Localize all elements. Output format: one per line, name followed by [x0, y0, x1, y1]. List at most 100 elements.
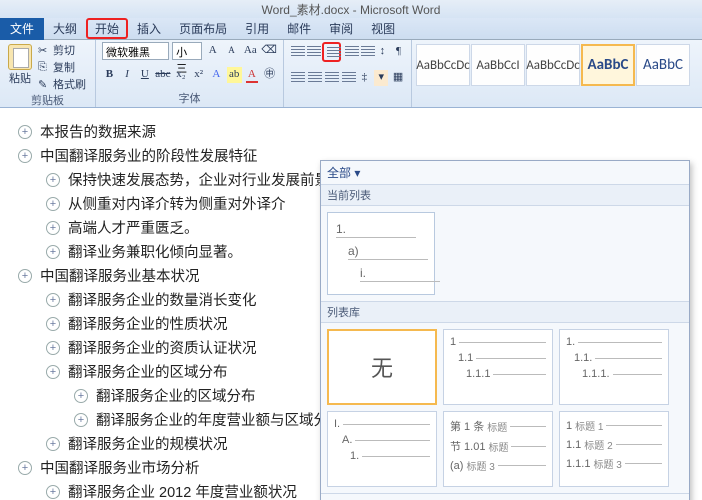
tab-view[interactable]: 视图	[362, 18, 404, 39]
style-3[interactable]: AaBbCcDc	[526, 44, 580, 86]
shrink-font-button[interactable]: A	[224, 43, 240, 59]
outline-text: 翻译服务企业的区域分布	[68, 361, 228, 382]
outline-text: 本报告的数据来源	[40, 121, 156, 142]
expand-icon[interactable]: +	[74, 413, 88, 427]
style-heading1[interactable]: AaBbC	[581, 44, 635, 86]
outline-text: 中国翻译服务业市场分析	[40, 457, 200, 478]
multilevel-list-dropdown: 全部 ▾ 当前列表 1. a) i. 列表库 无 1 1.1 1.1.1 1. …	[320, 160, 690, 500]
list-style-5[interactable]: 第 1 条标题 节 1.01标题 (a)标题 3	[443, 411, 553, 487]
align-center-button[interactable]	[307, 71, 321, 85]
pilcrow-button[interactable]: ¶	[392, 44, 405, 60]
tab-insert[interactable]: 插入	[128, 18, 170, 39]
sort-button[interactable]: ↕	[376, 44, 389, 60]
align-left-button[interactable]	[290, 71, 304, 85]
strike-button[interactable]: abc	[155, 67, 170, 83]
decrease-indent-button[interactable]	[344, 45, 357, 59]
expand-icon[interactable]: +	[18, 269, 32, 283]
outline-text: 翻译业务兼职化倾向显著。	[68, 241, 242, 262]
justify-button[interactable]	[341, 71, 355, 85]
ribbon: 粘贴 ✂剪切 ⎘复制 ✎格式刷 剪贴板 微软雅黑 小三 A A Aa ⌫ B I…	[0, 40, 702, 108]
list-style-4[interactable]: I. A. 1.	[327, 411, 437, 487]
expand-icon[interactable]: +	[46, 317, 60, 331]
font-color-button[interactable]: A	[245, 67, 260, 83]
paste-icon	[8, 44, 32, 70]
style-2[interactable]: AaBbCcI	[471, 44, 525, 86]
expand-icon[interactable]: +	[46, 221, 60, 235]
outline-item[interactable]: + 本报告的数据来源	[18, 121, 702, 142]
scissors-icon: ✂	[38, 44, 50, 56]
expand-icon[interactable]: +	[46, 485, 60, 499]
outline-text: 翻译服务企业的性质状况	[68, 313, 228, 334]
copy-icon: ⎘	[38, 61, 50, 73]
current-list-label: 当前列表	[321, 184, 689, 206]
list-style-3[interactable]: 1. 1.1. 1.1.1.	[559, 329, 669, 405]
style-normal[interactable]: AaBbCcDc	[416, 44, 470, 86]
clipboard-group-label: 剪贴板	[6, 92, 89, 108]
expand-icon[interactable]: +	[74, 389, 88, 403]
style-heading2[interactable]: AaBbC	[636, 44, 690, 86]
copy-button[interactable]: ⎘复制	[38, 59, 86, 75]
expand-icon[interactable]: +	[46, 245, 60, 259]
tab-mailings[interactable]: 邮件	[278, 18, 320, 39]
tab-layout[interactable]: 页面布局	[170, 18, 236, 39]
list-style-2[interactable]: 1 1.1 1.1.1	[443, 329, 553, 405]
shading-button[interactable]: ▾	[374, 70, 388, 86]
text-effects-button[interactable]: A	[209, 67, 224, 83]
expand-icon[interactable]: +	[18, 149, 32, 163]
increase-indent-button[interactable]	[360, 45, 373, 59]
paste-button[interactable]: 粘贴	[6, 42, 34, 88]
cut-button[interactable]: ✂剪切	[38, 42, 86, 58]
styles-gallery: AaBbCcDc AaBbCcI AaBbCcDc AaBbC AaBbC	[412, 40, 702, 107]
tab-outline[interactable]: 大纲	[44, 18, 86, 39]
window-title: Word_素材.docx - Microsoft Word	[262, 1, 441, 18]
list-style-6[interactable]: 1标题 1 1.1标题 2 1.1.1标题 3	[559, 411, 669, 487]
paragraph-group-label	[290, 94, 405, 106]
enclose-button[interactable]: ㊥	[262, 67, 277, 83]
underline-button[interactable]: U	[138, 67, 153, 83]
expand-icon[interactable]: +	[46, 293, 60, 307]
expand-icon[interactable]: +	[18, 125, 32, 139]
grow-font-button[interactable]: A	[205, 43, 221, 59]
expand-icon[interactable]: +	[46, 197, 60, 211]
tab-review[interactable]: 审阅	[320, 18, 362, 39]
change-case-button[interactable]: Aa	[242, 43, 258, 59]
outline-text: 翻译服务企业 2012 年度营业额状况	[68, 481, 297, 500]
expand-icon[interactable]: +	[46, 365, 60, 379]
list-library-label: 列表库	[321, 301, 689, 323]
font-group-label: 字体	[102, 90, 277, 106]
document-area[interactable]: + 本报告的数据来源 + 中国翻译服务业的阶段性发展特征 + 保持快速发展态势，企业对行业…	[0, 108, 702, 500]
tab-file[interactable]: 文件	[0, 18, 44, 40]
bold-button[interactable]: B	[102, 67, 117, 83]
menubar: 文件 大纲 开始 插入 页面布局 引用 邮件 审阅 视图	[0, 18, 702, 40]
outline-text: 翻译服务企业的数量消长变化	[68, 289, 257, 310]
paste-label: 粘贴	[9, 70, 31, 86]
align-right-button[interactable]	[324, 71, 338, 85]
format-painter-button[interactable]: ✎格式刷	[38, 76, 86, 92]
line-spacing-button[interactable]: ‡	[357, 70, 371, 86]
outline-text: 高端人才严重匮乏。	[68, 217, 199, 238]
tab-references[interactable]: 引用	[236, 18, 278, 39]
expand-icon[interactable]: +	[46, 173, 60, 187]
current-list-preview[interactable]: 1. a) i.	[327, 212, 435, 295]
font-size-select[interactable]: 小三	[172, 42, 202, 60]
subscript-button[interactable]: x₂	[174, 67, 189, 83]
list-style-none[interactable]: 无	[327, 329, 437, 405]
all-lists-selector[interactable]: 全部 ▾	[327, 164, 360, 181]
multilevel-list-button[interactable]	[322, 42, 341, 62]
expand-icon[interactable]: +	[46, 437, 60, 451]
brush-icon: ✎	[38, 78, 50, 90]
superscript-button[interactable]: x²	[191, 67, 206, 83]
outline-text: 中国翻译服务业的阶段性发展特征	[40, 145, 258, 166]
expand-icon[interactable]: +	[46, 341, 60, 355]
italic-button[interactable]: I	[120, 67, 135, 83]
highlight-button[interactable]: ab	[227, 67, 242, 83]
bullets-button[interactable]	[290, 45, 303, 59]
expand-icon[interactable]: +	[18, 461, 32, 475]
font-name-select[interactable]: 微软雅黑	[102, 42, 169, 60]
tab-home[interactable]: 开始	[86, 18, 128, 39]
outline-text: 中国翻译服务业基本状况	[40, 265, 200, 286]
clear-format-button[interactable]: ⌫	[261, 43, 277, 59]
borders-button[interactable]: ▦	[391, 70, 405, 86]
outline-text: 保持快速发展态势，企业对行业发展前景乐观	[68, 169, 358, 190]
numbering-button[interactable]	[306, 45, 319, 59]
